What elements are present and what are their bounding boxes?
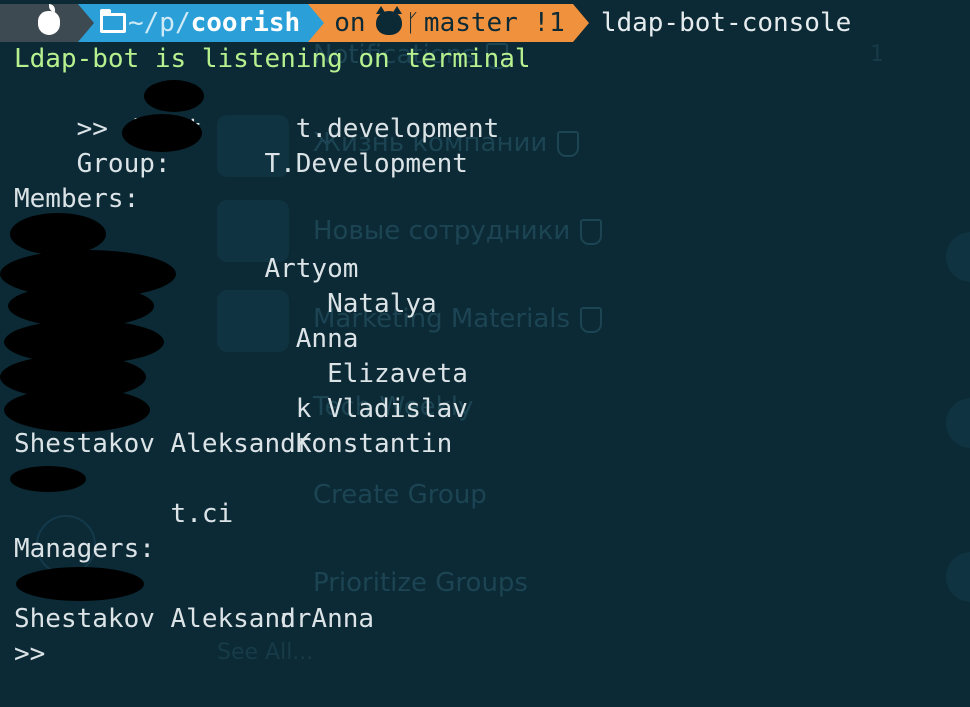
redaction-mark: [144, 80, 204, 112]
dir-name: coorish: [190, 8, 301, 38]
terminal-output[interactable]: Ldap-bot is listening on terminal >> /li…: [0, 42, 970, 672]
status-line: Ldap-bot is listening on terminal: [14, 44, 531, 74]
group-line: Group: T.Development: [14, 112, 970, 179]
redaction-mark: [10, 213, 106, 255]
prompt-os-segment: [0, 4, 94, 42]
members-header: Members:: [14, 184, 140, 214]
apple-icon: [38, 4, 60, 35]
segment-separator: [572, 4, 589, 42]
member-item: Shestakov Aleksandr: [14, 429, 312, 459]
prompt-bar: ~/p/coorish on ᚴ master !1 ldap-bot-cons…: [0, 4, 970, 42]
segment-separator: [78, 4, 94, 42]
github-icon: [375, 6, 402, 35]
dir-prefix: ~/p/: [128, 8, 191, 38]
member-item: Anna: [8, 285, 970, 354]
command-line: >> /list t.development: [14, 77, 970, 144]
git-on-label: on: [334, 8, 366, 38]
prompt-dir-segment: ~/p/coorish: [78, 4, 325, 42]
redaction-mark: [4, 388, 150, 432]
redaction-mark: [10, 466, 86, 492]
member-item: k Vladislav: [0, 355, 970, 424]
folder-icon: [100, 9, 126, 33]
member-item: Elizaveta: [4, 320, 970, 389]
segment-separator: [308, 4, 325, 42]
managers-header: Managers:: [14, 534, 155, 564]
member-item: t.ci: [10, 462, 970, 529]
member-item: Artyom: [10, 213, 970, 284]
member-item: Konstantin: [4, 388, 970, 459]
prompt-git-segment: on ᚴ master !1: [308, 4, 589, 42]
redaction-mark: [16, 567, 144, 601]
manager-item: Shestakov Aleksandr: [14, 604, 312, 634]
git-branch: master !1: [423, 8, 565, 38]
window-title: ldap-bot-console: [600, 8, 852, 38]
manager-item: n Anna: [14, 567, 970, 634]
member-item: Natalya: [0, 250, 970, 319]
branch-icon: ᚴ: [405, 9, 420, 37]
input-prompt[interactable]: >>: [14, 637, 970, 672]
